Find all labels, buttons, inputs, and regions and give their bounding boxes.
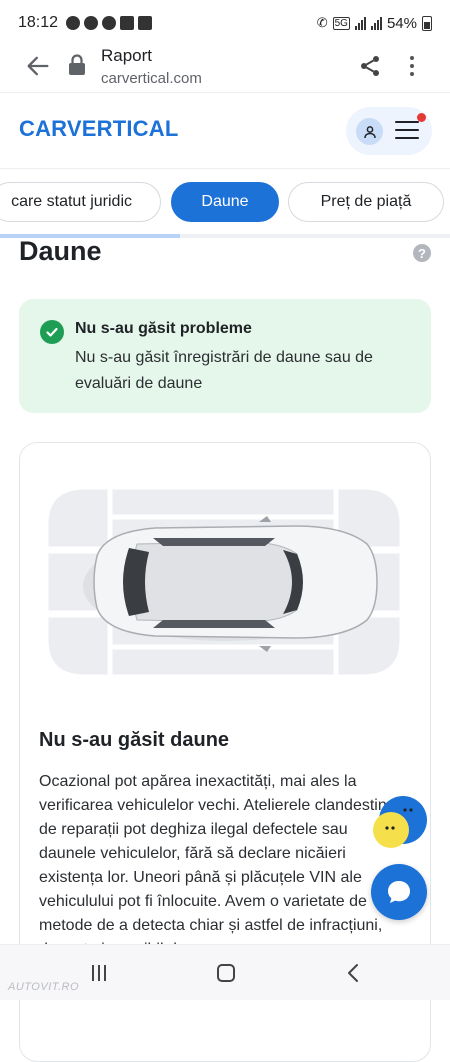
mascot-icon[interactable] xyxy=(371,794,427,850)
watermark: AUTOVIT.RO xyxy=(8,981,80,993)
zone-front-left xyxy=(45,486,111,550)
tab-market-price[interactable]: Preț de piață xyxy=(288,182,444,222)
url-host[interactable]: carvertical.com xyxy=(101,70,202,87)
system-navigation-bar: AUTOVIT.RO xyxy=(0,944,450,1000)
lock-icon[interactable] xyxy=(67,54,87,76)
zone-right-side xyxy=(109,646,337,678)
gallery-icon xyxy=(138,16,153,30)
home-icon[interactable] xyxy=(217,964,235,982)
wifi-calling-icon: ✆ xyxy=(316,15,328,30)
back-arrow-icon[interactable] xyxy=(24,52,52,80)
hamburger-menu-icon[interactable] xyxy=(395,119,421,141)
notification-icons xyxy=(66,16,153,30)
signal-icon xyxy=(354,16,366,30)
no-problems-alert: Nu s-au găsit probleme Nu s-au găsit înr… xyxy=(19,299,431,413)
page-title: Raport xyxy=(101,46,153,65)
help-icon[interactable]: ? xyxy=(413,244,431,262)
back-icon[interactable] xyxy=(346,963,360,983)
notification-dot xyxy=(417,113,426,122)
account-menu-pill[interactable] xyxy=(346,107,432,155)
car-damage-map xyxy=(45,486,403,678)
user-icon[interactable] xyxy=(356,118,383,145)
chat-button[interactable] xyxy=(371,864,427,920)
battery-icon xyxy=(422,15,432,31)
report-section-tabs: care statut juridic Daune Preț de piață xyxy=(0,169,450,236)
tab-damage[interactable]: Daune xyxy=(171,182,279,222)
facebook-icon xyxy=(66,16,81,30)
section-title: Daune xyxy=(19,236,102,266)
carvertical-logo[interactable]: CARVERTICAL xyxy=(19,116,178,142)
network-type: 5G xyxy=(332,16,350,30)
system-icons: ✆ 5G 54% xyxy=(317,15,432,32)
gmail-icon xyxy=(120,16,135,30)
zone-left-side xyxy=(109,486,337,518)
more-options-icon[interactable] xyxy=(408,54,416,78)
battery-level: 54% xyxy=(386,14,417,32)
car-silhouette xyxy=(83,516,378,652)
clock: 18:12 xyxy=(18,14,59,31)
recent-apps-icon[interactable] xyxy=(92,965,108,981)
status-bar: 18:12 ✆ 5G 54% xyxy=(0,0,450,46)
facebook-icon xyxy=(102,16,117,30)
zone-rear-left xyxy=(45,614,111,678)
share-icon[interactable] xyxy=(358,54,382,78)
chat-bubble-icon xyxy=(388,881,410,903)
no-damage-title: Nu s-au găsit daune xyxy=(39,729,230,751)
tab-legal-status[interactable]: care statut juridic xyxy=(0,182,161,222)
alert-body: Nu s-au găsit înregistrări de daune sau … xyxy=(75,349,373,392)
site-header: CARVERTICAL xyxy=(0,92,450,169)
signal-icon xyxy=(370,16,382,30)
check-circle-icon xyxy=(40,320,64,344)
damage-disclaimer-text: Ocazional pot apărea inexactități, mai a… xyxy=(39,773,396,958)
alert-title: Nu s-au găsit probleme xyxy=(75,320,252,337)
messenger-icon xyxy=(84,16,99,30)
browser-toolbar: Raport carvertical.com xyxy=(0,46,450,92)
